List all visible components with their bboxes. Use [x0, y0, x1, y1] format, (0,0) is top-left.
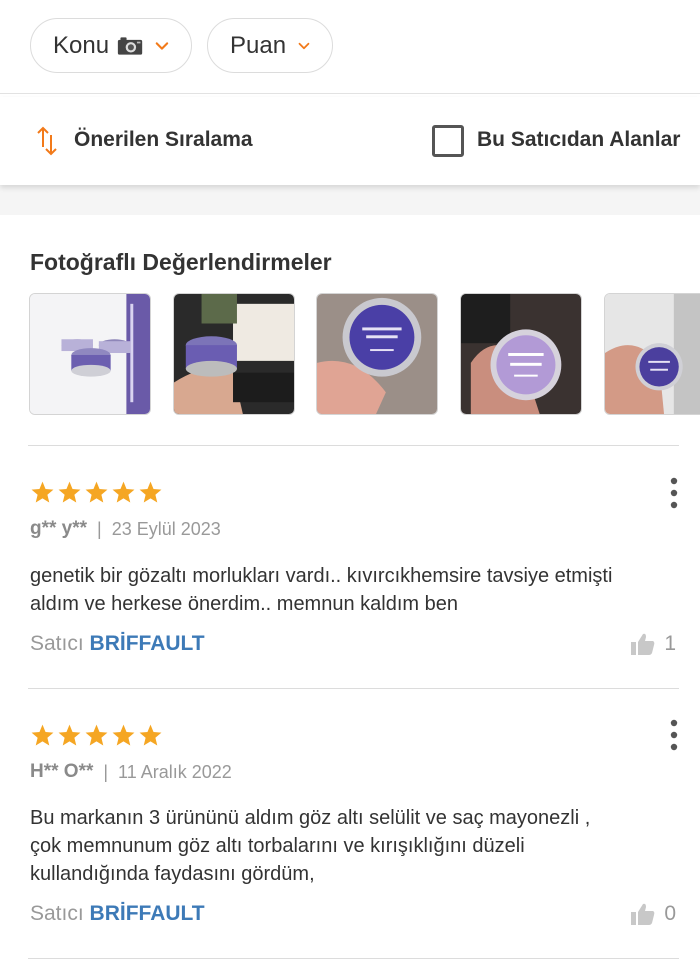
- review-text-line: Bu markanın 3 ürününü aldım göz altı sel…: [30, 807, 591, 829]
- divider: [28, 445, 679, 446]
- divider: [28, 688, 679, 689]
- sort-bar: Önerilen Sıralama Bu Satıcıdan Alanlar: [0, 97, 700, 185]
- star-icon: [112, 481, 135, 503]
- seller-filter-checkbox[interactable]: [432, 125, 464, 157]
- like-button[interactable]: 0: [630, 902, 676, 926]
- camera-icon: [117, 36, 143, 55]
- review-text: Bu markanın 3 ürününü aldım göz altı sel…: [30, 804, 680, 888]
- like-count: 1: [664, 632, 676, 655]
- sort-arrows-icon[interactable]: [36, 125, 58, 157]
- review-meta: H** O** | 11 Aralık 2022: [30, 761, 232, 783]
- product-photo-icon: [317, 294, 437, 414]
- star-icon: [139, 724, 162, 746]
- thumbs-up-icon: [631, 633, 655, 655]
- star-icon: [31, 724, 54, 746]
- review-date: 23 Eylül 2023: [111, 518, 221, 539]
- review-date: 11 Aralık 2022: [118, 761, 232, 782]
- thumbs-up-icon: [631, 903, 655, 925]
- photo-thumbnail[interactable]: [604, 293, 700, 415]
- sort-label[interactable]: Önerilen Sıralama: [74, 128, 253, 152]
- more-options-icon[interactable]: [668, 476, 680, 510]
- seller-prefix: Satıcı: [30, 632, 84, 655]
- separator: |: [97, 518, 102, 539]
- separator: |: [103, 761, 109, 782]
- more-options-icon[interactable]: [668, 718, 680, 752]
- photo-thumbnail[interactable]: [29, 293, 151, 415]
- chevron-down-icon: [155, 41, 169, 50]
- seller-link[interactable]: BRİFFAULT: [90, 902, 205, 925]
- review-text-line: çok memnunum göz altı torbalarını ve kır…: [30, 835, 525, 857]
- photo-thumbnail[interactable]: [173, 293, 295, 415]
- topic-filter-button[interactable]: Konu: [30, 18, 192, 73]
- section-gap: [0, 185, 700, 215]
- star-icon: [58, 481, 81, 503]
- divider: [28, 958, 679, 959]
- seller-link[interactable]: BRİFFAULT: [90, 632, 205, 655]
- review-author: g** y**: [30, 518, 88, 539]
- photo-thumbnail-strip[interactable]: [29, 293, 700, 415]
- review-author: H** O**: [30, 761, 94, 782]
- like-button[interactable]: 1: [630, 632, 676, 656]
- star-icon: [85, 724, 108, 746]
- star-icon: [112, 724, 135, 746]
- photo-thumbnail[interactable]: [316, 293, 438, 415]
- product-photo-icon: [30, 294, 150, 414]
- seller-prefix: Satıcı: [30, 902, 84, 925]
- filter-bar: Konu Puan: [0, 0, 700, 94]
- product-photo-icon: [174, 294, 294, 414]
- review-text-line: kullandığında faydasını gördüm,: [30, 863, 315, 885]
- seller-filter-label[interactable]: Bu Satıcıdan Alanlar: [477, 128, 680, 152]
- product-photo-icon: [461, 294, 581, 414]
- review-text: genetik bir gözaltı morlukları vardı.. k…: [30, 562, 680, 618]
- seller-line: Satıcı BRİFFAULT: [30, 632, 205, 656]
- rating-filter-button[interactable]: Puan: [207, 18, 333, 73]
- star-rating: [30, 723, 163, 748]
- chevron-down-icon: [298, 42, 310, 49]
- review-text-line: genetik bir gözaltı morlukları vardı.. k…: [30, 565, 613, 587]
- star-icon: [85, 481, 108, 503]
- like-count: 0: [664, 902, 676, 925]
- reviews-section: Fotoğraflı Değerlendirmeler g** y** | 23…: [0, 215, 700, 980]
- star-icon: [58, 724, 81, 746]
- photo-thumbnail[interactable]: [460, 293, 582, 415]
- review-meta: g** y** | 23 Eylül 2023: [30, 518, 221, 540]
- review-text-line: aldım ve herkese önerdim.. memnun kaldım…: [30, 593, 458, 615]
- star-rating: [30, 480, 163, 505]
- rating-filter-label: Puan: [230, 31, 287, 59]
- product-photo-icon: [605, 294, 700, 414]
- star-icon: [31, 481, 54, 503]
- topic-filter-label: Konu: [53, 31, 110, 59]
- star-icon: [139, 481, 162, 503]
- photo-reviews-title: Fotoğraflı Değerlendirmeler: [30, 249, 332, 275]
- seller-line: Satıcı BRİFFAULT: [30, 902, 205, 926]
